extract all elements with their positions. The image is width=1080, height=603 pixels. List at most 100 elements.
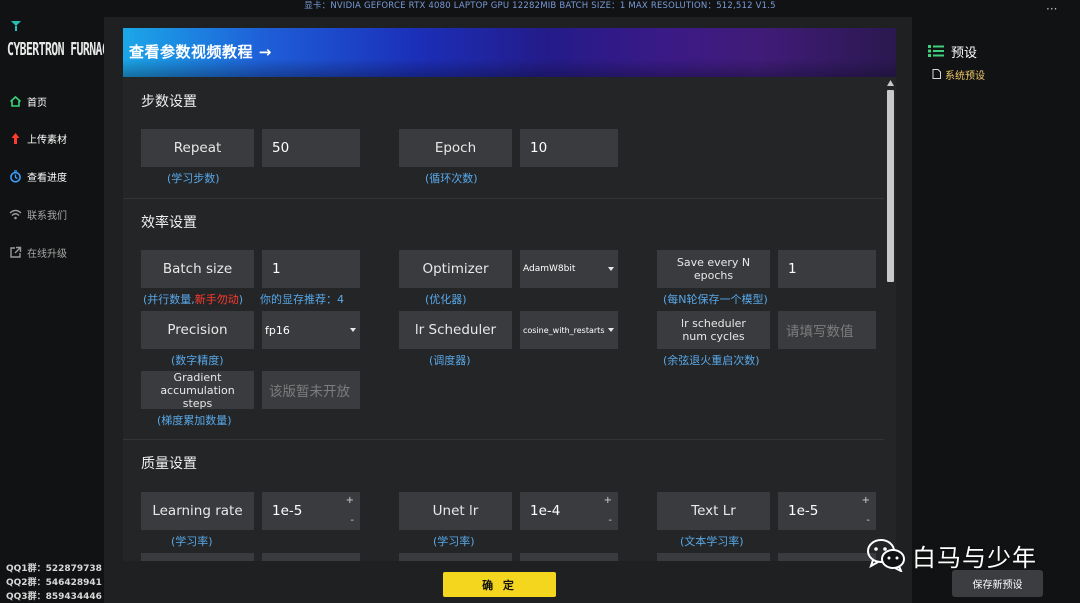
lr-scheduler-select[interactable]: cosine_with_restarts: [520, 311, 618, 349]
preset-item-system[interactable]: 系统预设: [932, 67, 985, 82]
app-logo: CYBERTRON FURNACE: [7, 18, 115, 68]
sidebar-item-upload[interactable]: 上传素材: [8, 128, 67, 148]
section-title-efficiency: 效率设置: [141, 215, 197, 231]
decrement-button[interactable]: -: [608, 516, 612, 526]
epoch-label: Epoch: [399, 129, 512, 167]
lr-scheduler-selected-value: cosine_with_restarts: [523, 325, 605, 335]
increment-button[interactable]: +: [604, 496, 612, 506]
optimizer-label: Optimizer: [399, 250, 512, 288]
sidebar-item-label: 上传素材: [27, 134, 67, 146]
unet-lr-value: 1e-4: [530, 503, 561, 519]
gpu-info-bar: 显卡：NVIDIA GEFORCE RTX 4080 LAPTOP GPU 12…: [304, 1, 776, 11]
precision-selected-value: fp16: [265, 323, 290, 337]
save-every-input[interactable]: 1: [778, 250, 876, 288]
home-icon: [8, 94, 22, 108]
section-divider: [123, 439, 884, 440]
text-lr-label: Text Lr: [657, 492, 770, 530]
next-row-input[interactable]: [520, 553, 618, 561]
grad-accum-hint: (梯度累加数量): [157, 414, 232, 427]
preset-item-label: 系统预设: [945, 70, 985, 82]
next-row-input[interactable]: [778, 553, 876, 561]
lr-cycles-input[interactable]: 请填写数值: [778, 311, 876, 349]
optimizer-selected-value: AdamW8bit: [523, 264, 576, 274]
qq-group-3: QQ3群：859434446: [6, 592, 102, 602]
timer-icon: [8, 169, 22, 183]
vram-recommend-hint: 你的显存推荐：4: [260, 293, 344, 306]
sidebar-item-upgrade[interactable]: 在线升级: [8, 242, 67, 262]
scrollbar-thumb[interactable]: [887, 90, 894, 282]
chevron-down-icon: [608, 267, 614, 271]
save-every-label: Save every N epochs: [657, 250, 770, 288]
text-lr-stepper[interactable]: 1e-5 + -: [778, 492, 876, 530]
presets-title: 预设: [928, 42, 977, 61]
grad-accum-input: 该版暂未开放: [262, 371, 360, 409]
sidebar-item-label: 在线升级: [27, 248, 67, 260]
batch-size-hint: (并行数量,新手勿动): [143, 291, 243, 307]
sidebar-item-label: 联系我们: [27, 210, 67, 222]
qq-group-1: QQ1群：522879738: [6, 564, 102, 574]
next-row-label: [141, 553, 254, 561]
optimizer-hint: (优化器): [425, 293, 467, 306]
batch-size-hint-warning: 新手勿动: [194, 293, 239, 306]
sidebar-item-progress[interactable]: 查看进度: [8, 166, 67, 186]
learning-rate-label: Learning rate: [141, 492, 254, 530]
next-row-label: [399, 553, 512, 561]
repeat-input[interactable]: 50: [262, 129, 360, 167]
sidebar-item-label: 首页: [27, 97, 47, 109]
list-icon: [928, 45, 944, 57]
batch-size-label: Batch size: [141, 250, 254, 288]
logo-mark-icon: [11, 21, 21, 31]
settings-content[interactable]: 步数设置 Repeat 50 (学习步数) Epoch 10 (循环次数) 效率…: [123, 77, 884, 561]
watermark-text: 白马与少年: [912, 543, 1037, 572]
section-title-quality: 质量设置: [141, 456, 197, 472]
learning-rate-hint: (学习率): [171, 535, 213, 548]
sidebar-item-contact[interactable]: 联系我们: [8, 204, 67, 224]
next-row-input[interactable]: [262, 553, 360, 561]
wechat-watermark: 白马与少年: [866, 537, 1037, 573]
repeat-label: Repeat: [141, 129, 254, 167]
increment-button[interactable]: +: [346, 496, 354, 506]
lr-scheduler-hint: (调度器): [429, 354, 471, 367]
text-lr-value: 1e-5: [788, 503, 819, 519]
next-row-label: [657, 553, 770, 561]
optimizer-select[interactable]: AdamW8bit: [520, 250, 618, 288]
batch-size-hint-prefix: (并行数量,: [143, 293, 195, 306]
unet-lr-label: Unet lr: [399, 492, 512, 530]
precision-label: Precision: [141, 311, 254, 349]
section-divider: [123, 198, 884, 199]
increment-button[interactable]: +: [862, 496, 870, 506]
upload-arrow-icon: [8, 131, 22, 145]
epoch-input[interactable]: 10: [520, 129, 618, 167]
batch-size-input[interactable]: 1: [262, 250, 360, 288]
wifi-icon: [8, 207, 22, 221]
external-link-icon: [8, 245, 22, 259]
main-panel: 查看参数视频教程 → 步数设置 Repeat 50 (学习步数) Epoch 1…: [104, 17, 912, 603]
scroll-up-icon[interactable]: [887, 80, 894, 86]
lr-cycles-hint: (余弦退火重启次数): [663, 354, 760, 367]
lr-scheduler-label: lr Scheduler: [399, 311, 512, 349]
tutorial-banner-text: 查看参数视频教程 →: [129, 43, 272, 61]
sidebar-item-home[interactable]: 首页: [8, 91, 47, 111]
text-lr-hint: (文本学习率): [680, 535, 744, 548]
precision-hint: (数字精度): [171, 354, 224, 367]
save-new-preset-button[interactable]: 保存新预设: [952, 570, 1043, 597]
learning-rate-value: 1e-5: [272, 503, 303, 519]
decrement-button[interactable]: -: [350, 516, 354, 526]
unet-lr-stepper[interactable]: 1e-4 + -: [520, 492, 618, 530]
app-logo-text: CYBERTRON FURNACE: [7, 38, 115, 60]
chevron-down-icon: [608, 328, 614, 332]
decrement-button[interactable]: -: [866, 516, 870, 526]
tutorial-banner[interactable]: 查看参数视频教程 →: [123, 28, 896, 77]
qq-group-2: QQ2群：546428941: [6, 578, 102, 588]
save-every-hint: (每N轮保存一个模型): [663, 293, 768, 306]
confirm-button[interactable]: 确 定: [443, 572, 556, 597]
sidebar: CYBERTRON FURNACE 首页 上传素材 查看进度 联系我们 在线升级…: [0, 14, 115, 603]
more-menu-icon[interactable]: ···: [1046, 2, 1057, 16]
grad-accum-label: Gradient accumulation steps: [141, 371, 254, 410]
epoch-hint: (循环次数): [425, 172, 478, 185]
section-title-steps: 步数设置: [141, 94, 197, 110]
precision-select[interactable]: fp16: [262, 311, 360, 349]
learning-rate-stepper[interactable]: 1e-5 + -: [262, 492, 360, 530]
chevron-down-icon: [350, 328, 356, 332]
batch-size-hint-suffix: ): [238, 293, 244, 306]
